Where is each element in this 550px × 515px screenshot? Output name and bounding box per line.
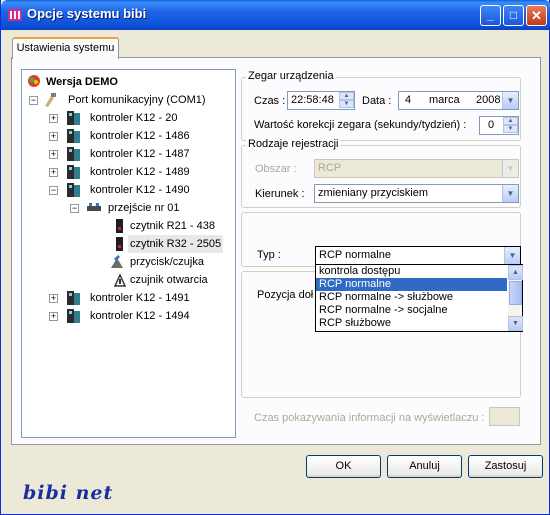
type-label: Typ : xyxy=(257,249,281,261)
reader-icon xyxy=(116,237,123,251)
spin-down-icon[interactable]: ▼ xyxy=(339,100,354,108)
tree-port-label: Port komunikacyjny (COM1) xyxy=(68,94,206,106)
expand-icon[interactable]: + xyxy=(49,312,58,321)
expand-icon[interactable]: + xyxy=(49,150,58,159)
type-dropdown-list[interactable]: kontrola dostępu RCP normalne RCP normal… xyxy=(315,264,523,332)
reader-icon xyxy=(116,219,123,233)
chevron-down-icon[interactable]: ▼ xyxy=(502,160,518,177)
controller-label: kontroler K12 - 1490 xyxy=(90,184,190,196)
controller-label: kontroler K12 - 1494 xyxy=(90,310,190,322)
correction-spin-buttons[interactable]: ▲ ▼ xyxy=(503,117,518,134)
controller-label: kontroler K12 - 1489 xyxy=(90,166,190,178)
controller-label: kontroler K12 - 1487 xyxy=(90,148,190,160)
ok-button[interactable]: OK xyxy=(306,455,381,478)
dialog-window: Opcje systemu bibi _ □ ✕ Ustawienia syst… xyxy=(0,0,550,515)
type-option[interactable]: RCP służbowe xyxy=(316,317,522,330)
display-time-input[interactable] xyxy=(489,407,520,426)
port-icon xyxy=(45,93,56,107)
area-label: Obszar : xyxy=(255,163,297,175)
tree-root-label: Wersja DEMO xyxy=(46,76,118,88)
collapse-icon[interactable]: − xyxy=(49,186,58,195)
dropdown-scrollbar[interactable]: ▲ ▼ xyxy=(507,265,523,331)
demo-icon xyxy=(28,75,40,87)
door-sensor-icon xyxy=(113,273,127,287)
controller-icon xyxy=(67,111,80,125)
type-option[interactable]: kontrola dostępu xyxy=(316,265,522,278)
spin-down-icon[interactable]: ▼ xyxy=(503,125,518,133)
controller-label: kontroler K12 - 1491 xyxy=(90,292,190,304)
type-option[interactable]: RCP normalne -> socjalne xyxy=(316,304,522,317)
expand-icon[interactable]: + xyxy=(49,294,58,303)
spin-up-icon[interactable]: ▲ xyxy=(503,117,518,125)
chevron-down-icon[interactable]: ▼ xyxy=(504,247,520,264)
controller-icon xyxy=(67,309,80,323)
controller-icon xyxy=(67,183,80,197)
scroll-down-icon[interactable]: ▼ xyxy=(508,316,523,331)
apply-button[interactable]: Zastosuj xyxy=(468,455,543,478)
bibi-net-logo: bibi net xyxy=(23,482,114,504)
type-select[interactable]: RCP normalne ▼ xyxy=(315,246,521,265)
area-value: RCP xyxy=(318,162,342,174)
controller-label: kontroler K12 - 20 xyxy=(90,112,178,124)
correction-label: Wartość korekcji zegara (sekundy/tydzień… xyxy=(254,119,467,131)
door-sensor-label: czujnik otwarcia xyxy=(130,274,208,286)
reader-label: czytnik R21 - 438 xyxy=(130,220,215,232)
date-label: Data : xyxy=(362,95,392,107)
collapse-icon[interactable]: − xyxy=(29,96,38,105)
button-sensor-label: przycisk/czujka xyxy=(130,256,204,268)
direction-label: Kierunek : xyxy=(255,188,305,200)
date-day: 4 xyxy=(405,94,412,106)
controller-icon xyxy=(67,291,80,305)
scroll-up-icon[interactable]: ▲ xyxy=(508,265,523,280)
chevron-down-icon[interactable]: ▼ xyxy=(502,185,518,202)
controller-icon xyxy=(67,165,80,179)
minimize-button[interactable]: _ xyxy=(480,5,501,26)
type-option[interactable]: RCP normalne -> służbowe xyxy=(316,291,522,304)
time-label: Czas : xyxy=(254,95,286,107)
date-year: 2008 xyxy=(476,94,501,106)
close-button[interactable]: ✕ xyxy=(526,5,547,26)
cancel-button[interactable]: Anuluj xyxy=(387,455,462,478)
passage-label: przejście nr 01 xyxy=(108,202,180,214)
spin-up-icon[interactable]: ▲ xyxy=(339,92,354,100)
scroll-thumb[interactable] xyxy=(509,281,522,305)
expand-icon[interactable]: + xyxy=(49,114,58,123)
window-title: Opcje systemu bibi xyxy=(27,6,147,21)
controller-icon xyxy=(67,147,80,161)
controller-icon xyxy=(67,129,80,143)
date-picker[interactable]: 4 marca 2008 ▼ xyxy=(398,91,519,110)
clock-legend: Zegar urządzenia xyxy=(246,70,336,82)
date-month: marca xyxy=(429,94,460,106)
push-button-icon xyxy=(111,255,123,268)
correction-value: 0 xyxy=(488,119,495,131)
direction-value: zmieniany przyciskiem xyxy=(318,187,429,199)
time-spinner[interactable]: 22:58:48 ▲ ▼ xyxy=(287,91,355,110)
direction-select[interactable]: zmieniany przyciskiem ▼ xyxy=(314,184,519,203)
expand-icon[interactable]: + xyxy=(49,132,58,141)
correction-spinner[interactable]: 0 ▲ ▼ xyxy=(479,116,519,135)
type-value: RCP normalne xyxy=(319,249,391,261)
time-value: 22:58:48 xyxy=(291,94,334,106)
app-icon xyxy=(8,9,22,21)
tab-system-settings[interactable]: Ustawienia systemu xyxy=(12,37,119,59)
chevron-down-icon[interactable]: ▼ xyxy=(502,92,518,109)
maximize-button[interactable]: □ xyxy=(503,5,524,26)
passage-icon xyxy=(87,203,101,211)
expand-icon[interactable]: + xyxy=(49,168,58,177)
area-select[interactable]: RCP ▼ xyxy=(314,159,519,178)
title-bar[interactable]: Opcje systemu bibi _ □ ✕ xyxy=(1,0,550,30)
reader-label-selected: czytnik R32 - 2505 xyxy=(128,235,224,253)
display-time-label: Czas pokazywania informacji na wyświetla… xyxy=(254,412,485,424)
registration-legend: Rodzaje rejestracji xyxy=(246,138,341,150)
type-option-selected[interactable]: RCP normalne xyxy=(316,278,522,291)
controller-label: kontroler K12 - 1486 xyxy=(90,130,190,142)
device-tree[interactable]: Wersja DEMO − Port komunikacyjny (COM1) … xyxy=(21,69,236,438)
time-spin-buttons[interactable]: ▲ ▼ xyxy=(339,92,354,109)
position-label: Pozycja doł xyxy=(257,289,314,301)
collapse-icon[interactable]: − xyxy=(70,204,79,213)
